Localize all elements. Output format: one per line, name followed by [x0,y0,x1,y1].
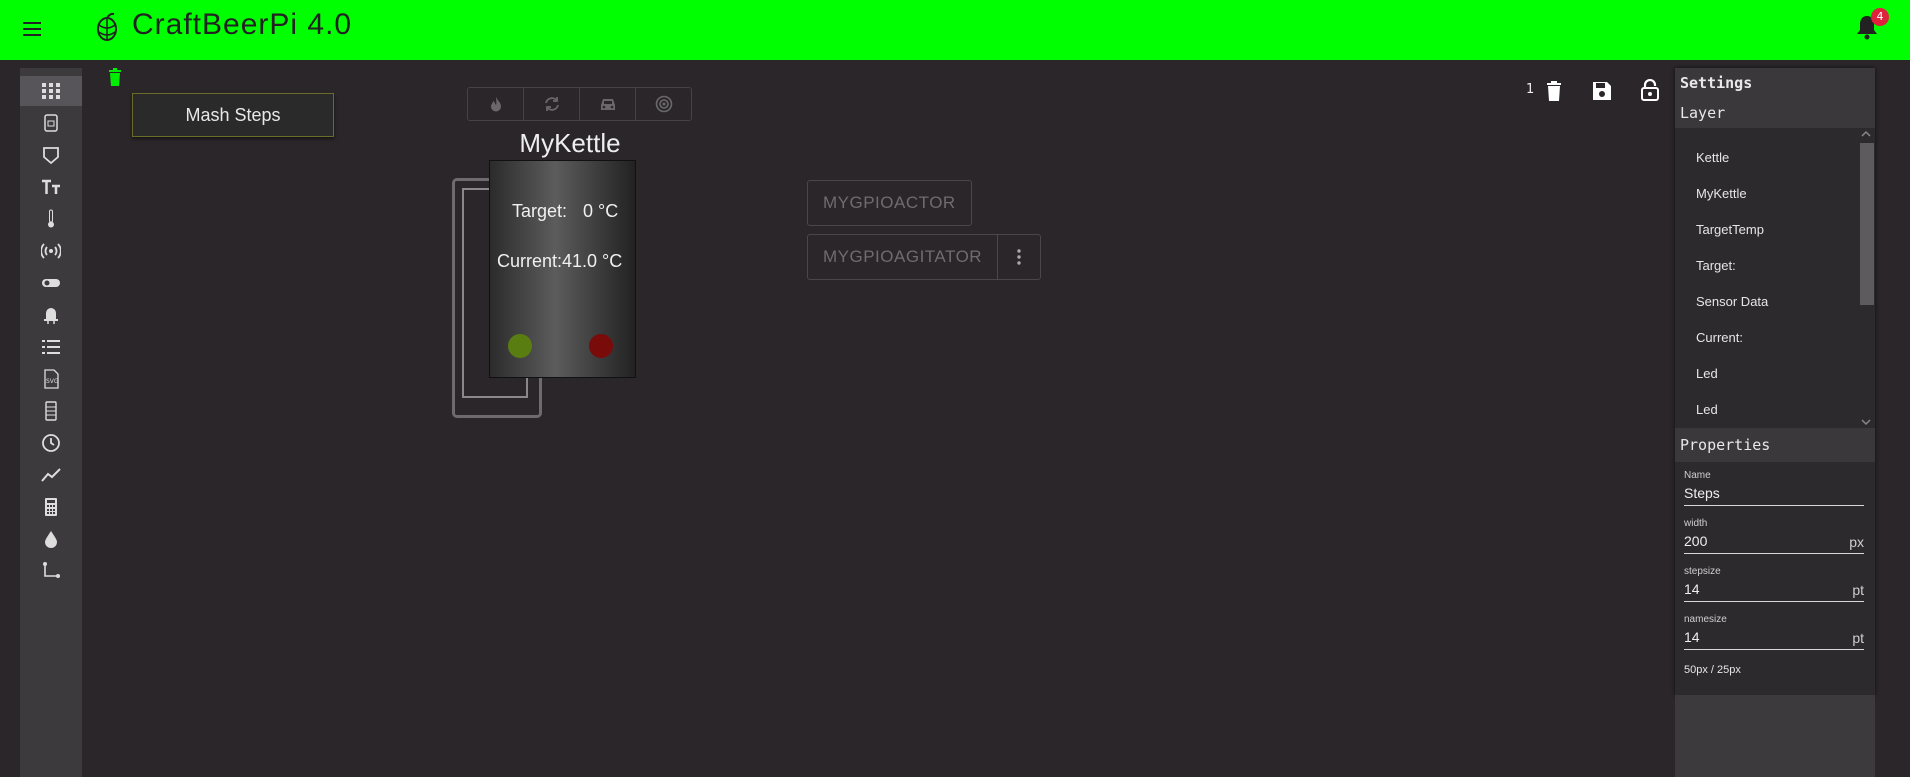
name-field: Name [1684,470,1864,506]
layer-list[interactable]: Kettle MyKettle TargetTemp Target: Senso… [1675,128,1875,428]
app-bar: CraftBeerPi 4.0 4 [0,0,1910,60]
svg-text:SVG: SVG [46,378,59,385]
svg-file-icon[interactable]: SVG [20,364,82,394]
settings-heading: Settings [1675,68,1875,98]
lock-open-icon[interactable] [1640,78,1660,103]
right-strip [1675,695,1875,777]
field-label: stepsize [1684,566,1721,577]
widget-sidebar: SVG [20,68,82,777]
more-vert-icon[interactable] [997,235,1040,279]
mash-steps-label: Mash Steps [185,104,281,125]
layer-item[interactable]: Led [1696,366,1718,381]
stepsize-input[interactable] [1684,581,1834,597]
led-green-indicator [508,334,532,358]
field-label: width [1684,518,1708,529]
target-radar-button[interactable] [636,88,691,120]
app-title: CraftBeerPi 4.0 [132,8,353,41]
layer-count: 1 [1526,82,1535,97]
actor-label: MYGPIOAGITATOR [823,247,983,266]
kettle-icon[interactable] [20,108,82,138]
stepsize-field: stepsize pt [1684,566,1864,602]
namesize-input[interactable] [1684,629,1834,645]
calculator-icon[interactable] [20,492,82,522]
heater-flame-button[interactable] [468,88,524,120]
tag-icon[interactable] [20,140,82,170]
layer-item[interactable]: Sensor Data [1696,294,1768,309]
chart-line-icon[interactable] [20,460,82,490]
unit-label: px [1849,534,1864,550]
list-icon[interactable] [20,332,82,362]
layer-item[interactable]: TargetTemp [1696,222,1764,237]
delete-widget-icon[interactable] [108,68,122,90]
target-value: 0 °C [583,201,619,221]
settings-panel: Settings Layer Kettle MyKettle TargetTem… [1675,68,1875,695]
water-drop-icon[interactable] [20,524,82,554]
menu-icon[interactable] [18,18,46,42]
actor-button-mygpioagitator[interactable]: MYGPIOAGITATOR [807,234,1042,280]
actor-label: MYGPIOACTOR [823,193,956,212]
agitator-sync-button[interactable] [524,88,580,120]
automatic-car-button[interactable] [580,88,636,120]
unit-label: pt [1852,582,1864,598]
layer-item[interactable]: Current: [1696,330,1743,345]
kettle-name-label: MyKettle [519,128,621,158]
current-label: Current: [497,251,563,271]
notification-badge: 4 [1871,8,1889,26]
layer-heading: Layer [1675,98,1875,128]
text-size-icon[interactable] [20,172,82,202]
thermometer-icon[interactable] [20,204,82,234]
unit-label: pt [1852,630,1864,646]
field-label: namesize [1684,614,1727,625]
field-label: Name [1684,470,1711,481]
scrollbar-thumb[interactable] [1860,143,1874,305]
cylinder-icon[interactable] [20,396,82,426]
mash-steps-widget[interactable]: Mash Steps [132,93,334,137]
layer-item[interactable]: MyKettle [1696,186,1747,201]
size-footnote: 50px / 25px [1684,664,1741,676]
namesize-field: namesize pt [1684,614,1864,650]
target-label: Target: [512,201,568,221]
connector-icon[interactable] [20,556,82,586]
layer-item[interactable]: Led [1696,402,1718,417]
toggle-icon[interactable] [20,268,82,298]
layer-scrollbar[interactable] [1857,128,1874,428]
broadcast-icon[interactable] [20,236,82,266]
actor-button-mygpioactor[interactable]: MYGPIOACTOR [807,180,972,226]
dashboard-grid-icon[interactable] [20,76,82,106]
hop-logo-icon [94,12,120,46]
layer-item[interactable]: Target: [1696,258,1736,273]
led-red-indicator [589,334,613,358]
current-value: 41.0 °C [562,251,623,271]
name-input[interactable] [1684,485,1834,501]
save-icon[interactable] [1592,81,1612,105]
led-icon[interactable] [20,300,82,330]
kettle-widget[interactable]: Target: 0 °C Current: 41.0 °C [489,160,636,378]
properties-heading: Properties [1675,428,1875,462]
delete-icon[interactable] [1546,81,1562,105]
kettle-control-buttons [467,87,692,121]
width-input[interactable] [1684,533,1834,549]
width-field: width px [1684,518,1864,554]
layer-item[interactable]: Kettle [1696,150,1729,165]
clock-icon[interactable] [20,428,82,458]
